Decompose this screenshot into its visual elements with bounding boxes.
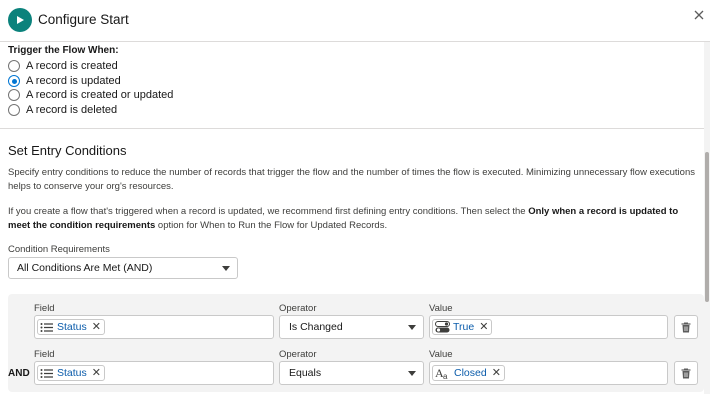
operator-label: Operator [279, 303, 317, 314]
remove-icon[interactable]: ✕ [479, 322, 488, 333]
value-input[interactable]: Aa Closed ✕ [429, 361, 668, 385]
entry-description: Specify entry conditions to reduce the n… [8, 167, 695, 192]
field-pill[interactable]: Status ✕ [37, 365, 105, 381]
svg-text:a: a [443, 372, 448, 380]
radio-record-created[interactable]: A record is created [8, 59, 118, 73]
field-pill-text: Status [57, 367, 87, 379]
list-icon [40, 322, 54, 333]
operator-value: Equals [289, 367, 322, 379]
operator-select[interactable]: Is Changed [279, 315, 424, 339]
chevron-down-icon [222, 266, 230, 271]
trash-icon [681, 322, 691, 332]
value-pill[interactable]: True ✕ [432, 319, 493, 335]
value-pill-text: True [453, 321, 475, 333]
value-pill-text: Closed [454, 367, 487, 379]
scrollbar[interactable] [704, 42, 710, 394]
condition-requirements-label: Condition Requirements [8, 244, 110, 255]
radio-record-created-or-updated[interactable]: A record is created or updated [8, 88, 173, 102]
list-icon [40, 368, 54, 379]
recommendation-text: If you create a flow that's triggered wh… [8, 206, 529, 217]
value-label: Value [429, 303, 453, 314]
section-divider [0, 128, 704, 129]
entry-recommendation: If you create a flow that's triggered wh… [8, 205, 698, 232]
recommendation-suffix: option for When to Run the Flow for Upda… [155, 219, 388, 231]
close-icon[interactable] [693, 9, 707, 23]
radio-label: A record is created or updated [26, 89, 174, 101]
radio-button[interactable] [8, 60, 20, 72]
remove-icon[interactable]: ✕ [492, 368, 501, 379]
delete-condition-button[interactable] [674, 315, 698, 339]
trash-icon [681, 368, 691, 378]
radio-label: A record is updated [26, 75, 121, 87]
field-input[interactable]: Status ✕ [34, 315, 274, 339]
field-label: Field [34, 349, 55, 360]
radio-record-updated[interactable]: A record is updated [8, 74, 121, 88]
field-pill[interactable]: Status ✕ [37, 319, 105, 335]
remove-icon[interactable]: ✕ [92, 322, 101, 333]
value-input[interactable]: True ✕ [429, 315, 668, 339]
chevron-down-icon [408, 371, 416, 376]
section-title: Set Entry Conditions [8, 143, 127, 158]
modal-title: Configure Start [38, 12, 129, 27]
text-icon: Aa [435, 367, 451, 380]
radio-label: A record is deleted [26, 104, 118, 116]
delete-condition-button[interactable] [674, 361, 698, 385]
operator-value: Is Changed [289, 321, 343, 333]
value-label: Value [429, 349, 453, 360]
radio-record-deleted[interactable]: A record is deleted [8, 103, 117, 117]
field-input[interactable]: Status ✕ [34, 361, 274, 385]
play-icon [8, 8, 32, 32]
scroll-thumb[interactable] [705, 152, 709, 302]
radio-button[interactable] [8, 104, 20, 116]
logic-operator-label: AND [8, 368, 30, 379]
chevron-down-icon [408, 325, 416, 330]
radio-button[interactable] [8, 89, 20, 101]
remove-icon[interactable]: ✕ [92, 368, 101, 379]
modal-header: Configure Start [0, 0, 710, 42]
operator-label: Operator [279, 349, 317, 360]
condition-requirements-value: All Conditions Are Met (AND) [17, 262, 153, 274]
condition-requirements-select[interactable]: All Conditions Are Met (AND) [8, 257, 238, 279]
field-pill-text: Status [57, 321, 87, 333]
toggle-icon [435, 321, 450, 333]
radio-button-checked[interactable] [8, 75, 20, 87]
radio-label: A record is created [26, 60, 118, 72]
field-label: Field [34, 303, 55, 314]
value-pill[interactable]: Aa Closed ✕ [432, 365, 505, 381]
operator-select[interactable]: Equals [279, 361, 424, 385]
trigger-label: Trigger the Flow When: [8, 45, 119, 56]
